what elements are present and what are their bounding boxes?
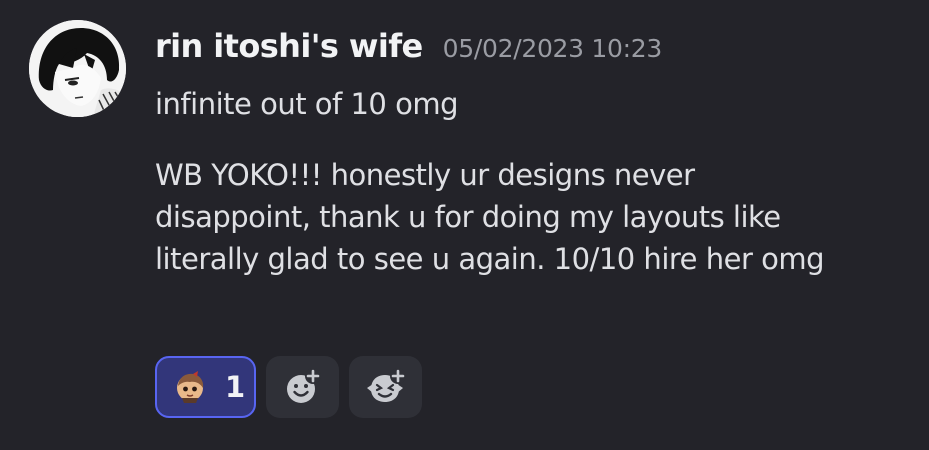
- custom-character-emoji-icon: [177, 371, 204, 403]
- add-super-reaction-icon: [366, 368, 406, 402]
- message-line: infinite out of 10 omg: [155, 87, 458, 121]
- message-line: WB YOKO!!! honestly ur designs never: [155, 158, 695, 192]
- chat-message: rin itoshi's wife 05/02/2023 10:23 infin…: [0, 0, 929, 450]
- reactions-bar: 1: [155, 356, 422, 418]
- avatar-image: [29, 20, 126, 117]
- add-reaction-button[interactable]: [266, 356, 339, 418]
- message-header: rin itoshi's wife 05/02/2023 10:23: [155, 27, 662, 75]
- message-line: literally glad to see u again. 10/10 hir…: [155, 242, 824, 276]
- timestamp: 05/02/2023 10:23: [442, 34, 663, 63]
- add-reaction-icon: [286, 368, 321, 403]
- avatar[interactable]: [29, 20, 126, 117]
- add-super-reaction-button[interactable]: [349, 356, 422, 418]
- reaction-button[interactable]: 1: [155, 356, 256, 418]
- message-content: infinite out of 10 omg WB YOKO!!! honest…: [155, 83, 915, 280]
- reaction-count: 1: [225, 370, 246, 404]
- username[interactable]: rin itoshi's wife: [155, 27, 423, 65]
- message-line: disappoint, thank u for doing my layouts…: [155, 200, 781, 234]
